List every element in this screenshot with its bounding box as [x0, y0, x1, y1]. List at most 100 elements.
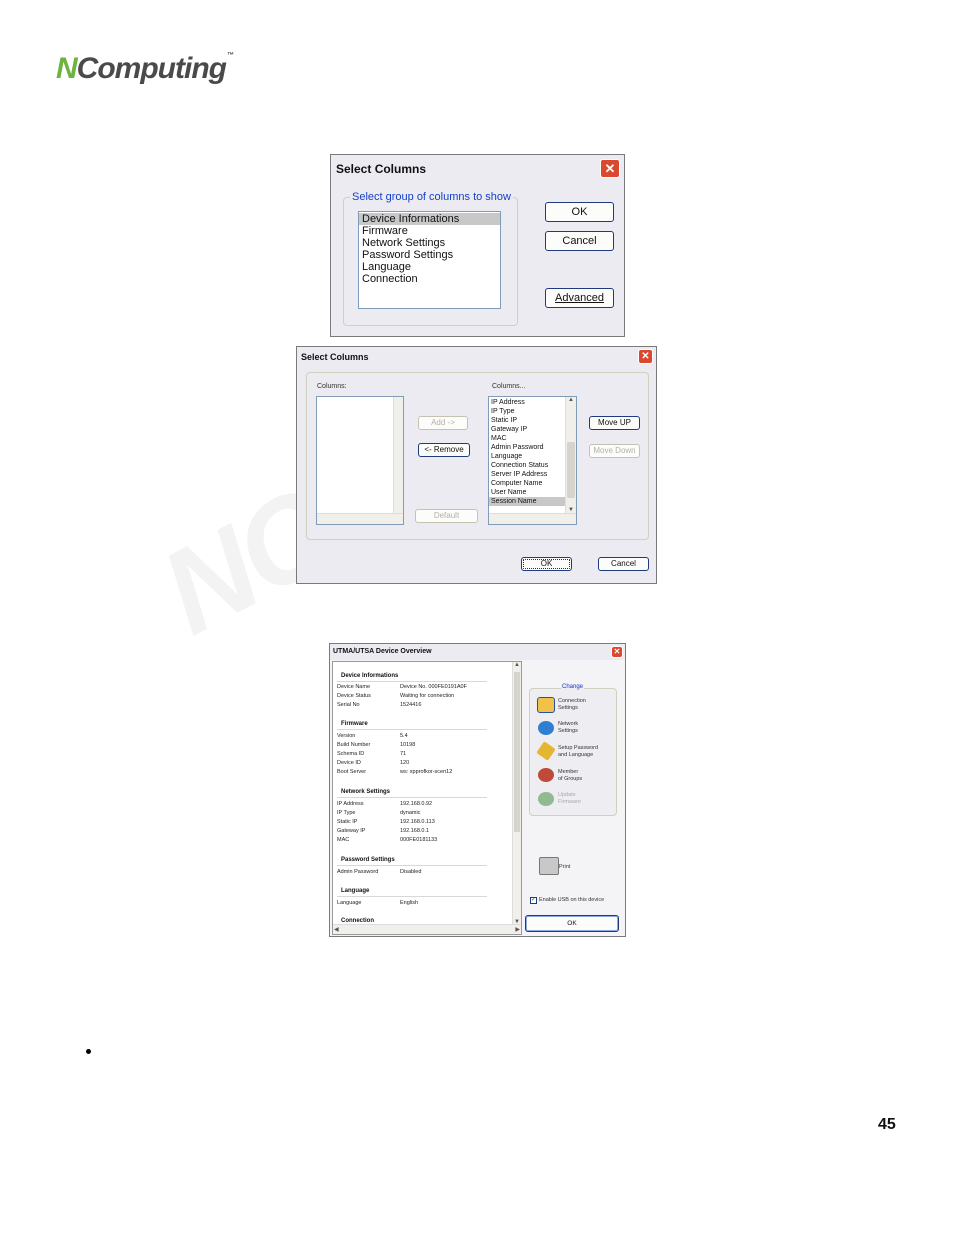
column-group-list[interactable]: Device Informations Firmware Network Set…: [358, 211, 501, 309]
close-icon[interactable]: ✕: [600, 159, 620, 178]
ok-button[interactable]: OK: [521, 557, 572, 571]
usb-checkbox[interactable]: ✓: [530, 897, 537, 904]
divider: [337, 729, 487, 730]
list-item[interactable]: Connection: [359, 273, 500, 285]
list-item[interactable]: Server IP Address: [489, 470, 565, 479]
available-columns-list[interactable]: [316, 396, 404, 525]
row-value: 120: [400, 760, 410, 766]
move-down-button[interactable]: Move Down: [589, 444, 640, 458]
vertical-scrollbar[interactable]: ▲ ▼: [565, 397, 576, 513]
update-firmware-link[interactable]: Update Firmware: [558, 792, 581, 806]
vertical-scrollbar[interactable]: [393, 397, 403, 513]
row-value: 192.168.0.1: [400, 828, 430, 834]
ok-button[interactable]: OK: [525, 915, 619, 932]
row-value: 1524416: [400, 702, 422, 708]
ok-button[interactable]: OK: [545, 202, 614, 222]
row-label: Schema ID: [337, 751, 365, 757]
add-button[interactable]: Add ->: [418, 416, 468, 430]
network-settings-link[interactable]: Network Settings: [558, 721, 578, 735]
list-item[interactable]: Network Settings: [359, 237, 500, 249]
scrollbar-thumb[interactable]: [514, 672, 520, 832]
device-overview-dialog: UTMA/UTSA Device Overview ✕ Device Infor…: [329, 643, 626, 937]
scroll-left-icon[interactable]: ◀: [334, 926, 339, 933]
row-value: 192.168.0.113: [400, 819, 435, 825]
network-settings-icon[interactable]: [538, 721, 554, 735]
row-label: Serial No: [337, 702, 360, 708]
usb-checkbox-label: Enable USB on this device: [539, 897, 605, 903]
printer-icon[interactable]: [539, 857, 559, 875]
vertical-scrollbar[interactable]: ▲ ▼: [512, 662, 521, 925]
row-label: Device ID: [337, 760, 361, 766]
close-icon[interactable]: ✕: [638, 349, 653, 364]
list-item[interactable]: Computer Name: [489, 479, 565, 488]
section-heading: Network Settings: [341, 789, 391, 795]
list-item[interactable]: Session Name: [489, 497, 565, 506]
list-item[interactable]: Device Informations: [359, 213, 500, 225]
update-firmware-icon[interactable]: [538, 792, 554, 806]
available-columns-label: Columns:: [317, 383, 347, 390]
move-up-button[interactable]: Move UP: [589, 416, 640, 430]
row-value: ws: xpprofkor-scen12: [400, 769, 453, 775]
list-item[interactable]: IP Address: [489, 398, 565, 407]
selected-columns-label: Columns...: [492, 383, 526, 390]
row-label: Version: [337, 733, 356, 739]
dialog-title: UTMA/UTSA Device Overview: [330, 644, 625, 660]
print-link[interactable]: Print: [559, 864, 570, 871]
logo-text: Computing: [76, 52, 227, 85]
row-label: Device Name: [337, 684, 371, 690]
list-item[interactable]: Firmware: [359, 225, 500, 237]
row-value: 000FE0181133: [400, 837, 438, 843]
default-button[interactable]: Default: [415, 509, 478, 523]
scroll-up-icon[interactable]: ▲: [566, 397, 576, 403]
row-label: Device Status: [337, 693, 371, 699]
logo-n: N: [56, 52, 78, 85]
cancel-button[interactable]: Cancel: [545, 231, 614, 251]
horizontal-scrollbar[interactable]: [317, 513, 403, 524]
setup-password-link[interactable]: Setup Password and Language: [558, 745, 598, 759]
bullet-point: [86, 1049, 91, 1054]
advanced-button[interactable]: Advanced: [545, 288, 614, 308]
row-label: IP Type: [337, 810, 356, 816]
list-item[interactable]: User Name: [489, 488, 565, 497]
list-item[interactable]: Admin Password: [489, 443, 565, 452]
change-label: Change: [561, 684, 585, 690]
cancel-button[interactable]: Cancel: [598, 557, 649, 571]
selected-columns-list[interactable]: IP Address IP Type Static IP Gateway IP …: [488, 396, 577, 525]
group-label: Select group of columns to show: [350, 191, 513, 203]
device-details-pane: Device Informations Device Name Device N…: [332, 661, 522, 935]
member-of-groups-link[interactable]: Member of Groups: [558, 769, 582, 783]
users-group-icon[interactable]: [538, 768, 554, 782]
page-number: 45: [878, 1116, 896, 1133]
row-label: IP Address: [337, 801, 364, 807]
select-columns-dialog-simple: Select Columns ✕ Select group of columns…: [330, 154, 625, 337]
list-item[interactable]: MAC: [489, 434, 565, 443]
connection-settings-icon[interactable]: [537, 697, 555, 713]
list-item[interactable]: Connection Status: [489, 461, 565, 470]
scroll-right-icon[interactable]: ▶: [515, 926, 520, 933]
list-item[interactable]: Password Settings: [359, 249, 500, 261]
row-label: Gateway IP: [337, 828, 366, 834]
row-value: Device No. 000FE0191A0F: [400, 684, 467, 690]
horizontal-scrollbar[interactable]: [489, 513, 576, 524]
row-value: 10198: [400, 742, 416, 748]
horizontal-scrollbar[interactable]: ◀ ▶: [333, 924, 521, 934]
scrollbar-thumb[interactable]: [567, 442, 575, 498]
divider: [337, 797, 487, 798]
scroll-up-icon[interactable]: ▲: [513, 662, 521, 668]
list-item[interactable]: Static IP: [489, 416, 565, 425]
connection-settings-link[interactable]: Connection Settings: [558, 698, 586, 712]
list-item[interactable]: Language: [359, 261, 500, 273]
row-label: MAC: [337, 837, 350, 843]
remove-button[interactable]: <- Remove: [418, 443, 470, 457]
dialog-title: Select Columns: [331, 155, 624, 181]
close-icon[interactable]: ✕: [611, 646, 623, 658]
section-heading: Language: [341, 888, 370, 894]
list-item[interactable]: Language: [489, 452, 565, 461]
list-item[interactable]: Gateway IP: [489, 425, 565, 434]
row-label: Admin Password: [337, 869, 379, 875]
row-label: Static IP: [337, 819, 358, 825]
row-value: 5.4: [400, 733, 408, 739]
divider: [337, 681, 487, 682]
section-heading: Firmware: [341, 721, 368, 727]
list-item[interactable]: IP Type: [489, 407, 565, 416]
